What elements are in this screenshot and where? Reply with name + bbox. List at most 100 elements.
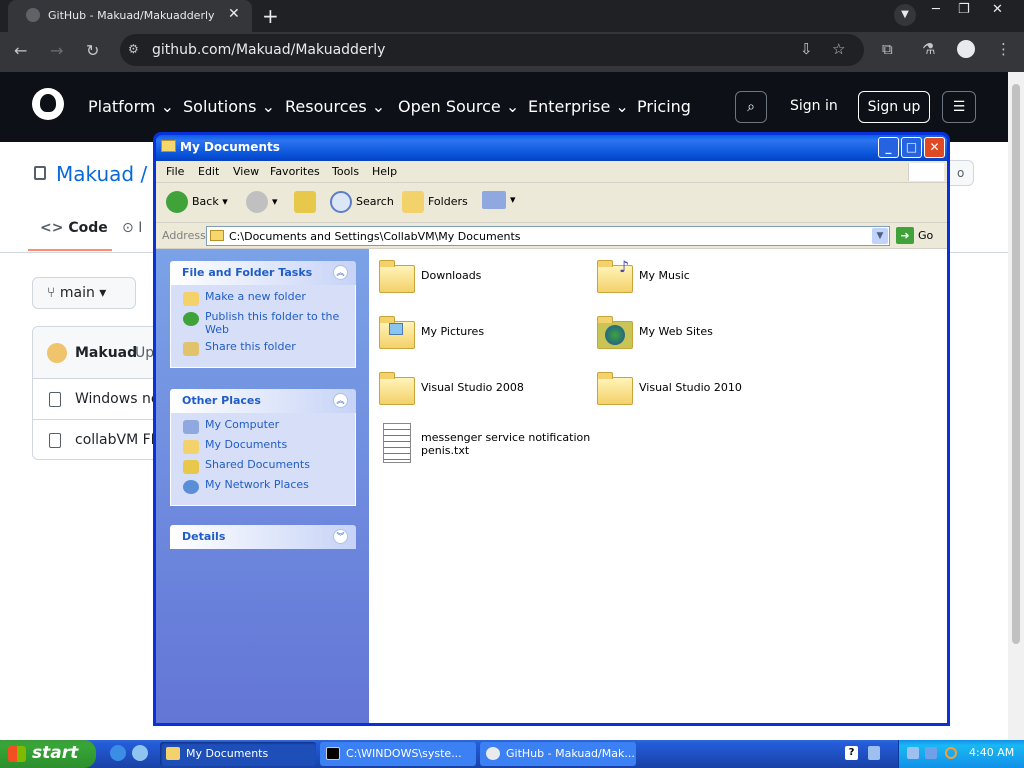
scrollbar-thumb[interactable] <box>1012 84 1020 644</box>
nav-open-source[interactable]: Open Source ⌄ <box>398 97 519 116</box>
panel-header[interactable]: Details ︾ <box>170 525 356 549</box>
start-button[interactable]: start <box>0 740 96 768</box>
repo-title[interactable]: Makuad / M <box>56 162 156 186</box>
settings-sliders-icon[interactable]: ☰ <box>942 91 976 123</box>
place-my-documents[interactable]: My Documents <box>171 438 355 459</box>
browser-tab[interactable]: GitHub - Makuad/Makuadderly ✕ <box>8 0 252 32</box>
item-my-music[interactable]: ♪ My Music <box>593 257 813 309</box>
item-vs2008[interactable]: Visual Studio 2008 <box>375 369 595 421</box>
commit-author[interactable]: Makuad <box>75 345 137 361</box>
music-folder-icon: ♪ <box>593 257 635 299</box>
branch-selector[interactable]: ⑂ main ▾ <box>32 277 136 309</box>
search-icon[interactable]: ⌕ <box>735 91 767 123</box>
chrome-icon[interactable] <box>132 745 148 761</box>
task-cmd[interactable]: C:\WINDOWS\syste... <box>320 742 476 766</box>
address-bar[interactable]: ⚙ github.com/Makuad/Makuadderly ⇩ ☆ <box>120 34 864 66</box>
reload-icon[interactable]: ↻ <box>86 41 99 60</box>
network-status-icon[interactable] <box>868 746 880 760</box>
back-arrow-icon[interactable]: ← <box>14 41 27 60</box>
file-row[interactable]: collabVM FIX <box>33 420 161 459</box>
panel-header[interactable]: File and Folder Tasks ︽ <box>170 261 356 285</box>
item-downloads[interactable]: Downloads <box>375 257 595 309</box>
item-my-web-sites[interactable]: My Web Sites <box>593 313 813 365</box>
file-name[interactable]: collabVM FIX <box>75 432 161 448</box>
item-my-pictures[interactable]: My Pictures <box>375 313 595 365</box>
tray-icon[interactable] <box>907 747 919 759</box>
minimize-icon[interactable]: ─ <box>932 2 940 17</box>
collapse-icon[interactable]: ︽ <box>333 265 348 280</box>
nav-platform[interactable]: Platform ⌄ <box>88 97 174 116</box>
nav-pricing[interactable]: Pricing <box>637 97 691 116</box>
go-button[interactable]: ➜ Go <box>896 227 933 244</box>
place-network[interactable]: My Network Places <box>171 478 355 499</box>
chevron-down-icon[interactable]: ▼ <box>872 228 888 244</box>
help-icon[interactable]: ? <box>845 746 858 760</box>
cmd-icon <box>326 747 340 760</box>
window-titlebar[interactable]: My Documents _ □ ✕ <box>156 135 947 161</box>
nav-enterprise[interactable]: Enterprise ⌄ <box>528 97 629 116</box>
search-button[interactable]: Search <box>330 191 394 213</box>
new-tab-button[interactable]: + <box>262 4 279 28</box>
bookmark-star-icon[interactable]: ☆ <box>832 40 845 58</box>
tray-icon[interactable] <box>925 747 937 759</box>
tab-code[interactable]: <> Code <box>40 220 108 236</box>
clock[interactable]: 4:40 AM <box>969 746 1014 759</box>
folder-icon <box>161 140 176 152</box>
avatar[interactable] <box>47 343 67 363</box>
place-shared-documents[interactable]: Shared Documents <box>171 458 355 479</box>
expand-icon[interactable]: ︾ <box>333 529 348 544</box>
tray-search-icon[interactable] <box>945 747 957 759</box>
github-logo-icon[interactable] <box>32 88 64 120</box>
url-text: github.com/Makuad/Makuadderly <box>152 42 386 58</box>
extensions-icon[interactable]: ⧉ <box>882 40 893 58</box>
sign-in-link[interactable]: Sign in <box>790 98 838 114</box>
address-input[interactable]: C:\Documents and Settings\CollabVM\My Do… <box>206 226 890 246</box>
minimize-icon[interactable]: _ <box>878 137 899 158</box>
profile-avatar-icon[interactable] <box>957 40 975 58</box>
close-tab-icon[interactable]: ✕ <box>228 6 240 22</box>
item-vs2010[interactable]: Visual Studio 2010 <box>593 369 813 421</box>
maximize-icon[interactable]: □ <box>901 137 922 158</box>
up-folder-button[interactable] <box>294 191 320 213</box>
panel-header[interactable]: Other Places ︽ <box>170 389 356 413</box>
nav-solutions[interactable]: Solutions ⌄ <box>183 97 275 116</box>
site-info-icon[interactable]: ⚙ <box>128 42 139 56</box>
forward-button[interactable]: ▾ <box>246 191 278 213</box>
sign-up-button[interactable]: Sign up <box>858 91 930 123</box>
menu-tools[interactable]: Tools <box>332 165 359 178</box>
tab-search-button[interactable]: ▼ <box>894 4 916 26</box>
menu-favorites[interactable]: Favorites <box>270 165 320 178</box>
item-text-file[interactable]: messenger service notification penis.txt <box>375 423 595 475</box>
views-icon <box>482 191 506 209</box>
install-app-icon[interactable]: ⇩ <box>800 40 813 58</box>
menu-edit[interactable]: Edit <box>198 165 219 178</box>
task-make-folder[interactable]: Make a new folder <box>171 290 355 311</box>
place-my-computer[interactable]: My Computer <box>171 418 355 439</box>
share-folder-icon <box>183 342 199 356</box>
internet-explorer-icon[interactable] <box>110 745 126 761</box>
menu-file[interactable]: File <box>166 165 184 178</box>
forward-arrow-icon[interactable]: → <box>50 41 63 60</box>
close-icon[interactable]: ✕ <box>924 137 945 158</box>
file-name[interactable]: Windows not <box>75 391 161 407</box>
task-publish-web[interactable]: Publish this folder to the Web <box>171 310 355 341</box>
menu-view[interactable]: View <box>233 165 259 178</box>
commit-message[interactable]: Up <box>135 345 154 361</box>
task-my-documents[interactable]: My Documents <box>160 742 316 766</box>
page-scrollbar[interactable] <box>1008 72 1024 740</box>
menu-help[interactable]: Help <box>372 165 397 178</box>
tab-issues[interactable]: ⊙ I <box>122 220 142 236</box>
labs-flask-icon[interactable]: ⚗ <box>922 40 935 58</box>
back-button[interactable]: Back ▾ <box>166 191 228 213</box>
task-share-folder[interactable]: Share this folder <box>171 340 355 361</box>
restore-icon[interactable]: ❐ <box>958 2 970 17</box>
task-github[interactable]: GitHub - Makuad/Mak... <box>480 742 636 766</box>
nav-resources[interactable]: Resources ⌄ <box>285 97 385 116</box>
folders-button[interactable]: Folders <box>402 191 468 213</box>
kebab-menu-icon[interactable]: ⋮ <box>996 40 1011 58</box>
views-button[interactable]: ▾ <box>482 191 516 209</box>
close-window-icon[interactable]: ✕ <box>992 2 1003 17</box>
file-row[interactable]: Windows not <box>33 379 161 420</box>
collapse-icon[interactable]: ︽ <box>333 393 348 408</box>
file-folder-tasks-panel: File and Folder Tasks ︽ Make a new folde… <box>170 261 356 368</box>
